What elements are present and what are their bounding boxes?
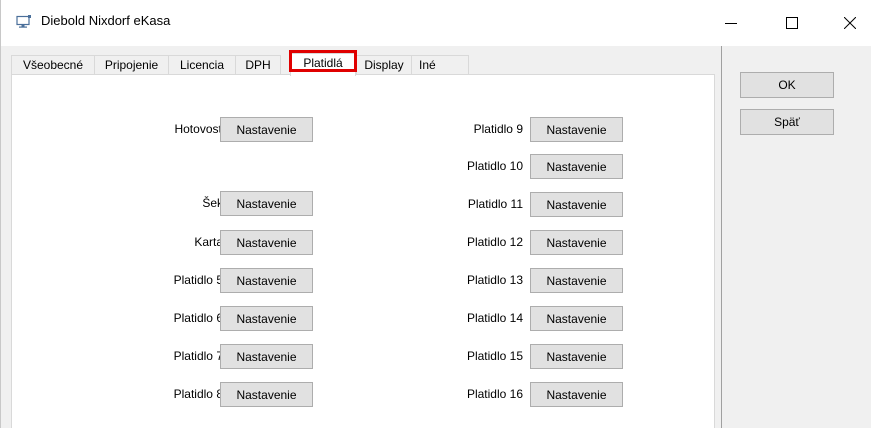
platidlo-6-settings-button[interactable]: Nastavenie [220, 306, 313, 331]
label-platidlo-10: Platidlo 10 [466, 159, 523, 173]
tab-dph[interactable]: DPH [235, 55, 281, 75]
platidlo-5-settings-button[interactable]: Nastavenie [220, 268, 313, 293]
back-button[interactable]: Späť [740, 109, 834, 135]
label-platidlo-6: Platidlo 6 [173, 311, 223, 325]
tab-platidla[interactable]: Platidlá [290, 53, 356, 76]
label-platidlo-16: Platidlo 16 [466, 387, 523, 401]
tab-ine[interactable]: Iné [411, 55, 469, 75]
platidlo-9-settings-button[interactable]: Nastavenie [530, 117, 623, 142]
label-platidlo-11: Platidlo 11 [467, 197, 523, 211]
maximize-icon [786, 17, 798, 29]
tab-vseobecne[interactable]: Všeobecné [11, 55, 95, 75]
label-platidlo-14: Platidlo 14 [466, 311, 523, 325]
platidla-panel: Hotovosť Nastavenie Šek Nastavenie Karta… [11, 74, 715, 428]
label-platidlo-9: Platidlo 9 [473, 122, 523, 136]
platidlo-11-settings-button[interactable]: Nastavenie [530, 192, 623, 217]
sek-settings-button[interactable]: Nastavenie [220, 191, 313, 216]
ok-button[interactable]: OK [740, 72, 834, 98]
tab-pripojenie[interactable]: Pripojenie [94, 55, 169, 75]
minimize-button[interactable] [708, 0, 754, 46]
client-area: Všeobecné Pripojenie Licencia DPH Platid… [1, 46, 871, 428]
tab-licencia[interactable]: Licencia [168, 55, 236, 75]
platidlo-15-settings-button[interactable]: Nastavenie [530, 344, 623, 369]
hotovost-settings-button[interactable]: Nastavenie [220, 117, 313, 142]
label-platidlo-7: Platidlo 7 [173, 349, 223, 363]
platidlo-16-settings-button[interactable]: Nastavenie [530, 382, 623, 407]
close-button[interactable] [827, 0, 871, 46]
sidebar-divider [721, 46, 722, 428]
window-title: Diebold Nixdorf eKasa [41, 13, 171, 28]
label-platidlo-13: Platidlo 13 [466, 273, 523, 287]
label-karta: Karta [194, 235, 223, 249]
platidlo-8-settings-button[interactable]: Nastavenie [220, 382, 313, 407]
label-platidlo-5: Platidlo 5 [173, 273, 223, 287]
platidlo-7-settings-button[interactable]: Nastavenie [220, 344, 313, 369]
karta-settings-button[interactable]: Nastavenie [220, 230, 313, 255]
tab-display[interactable]: Display [356, 55, 412, 75]
app-icon [16, 15, 32, 29]
minimize-icon [725, 23, 737, 24]
maximize-button[interactable] [769, 0, 815, 46]
app-window: Diebold Nixdorf eKasa Všeobecné Pripojen… [0, 0, 871, 428]
title-bar[interactable]: Diebold Nixdorf eKasa [1, 0, 871, 46]
label-hotovost: Hotovosť [174, 122, 223, 136]
platidlo-13-settings-button[interactable]: Nastavenie [530, 268, 623, 293]
platidlo-10-settings-button[interactable]: Nastavenie [530, 154, 623, 179]
label-platidlo-15: Platidlo 15 [466, 349, 523, 363]
platidlo-14-settings-button[interactable]: Nastavenie [530, 306, 623, 331]
label-platidlo-8: Platidlo 8 [173, 387, 223, 401]
label-platidlo-12: Platidlo 12 [466, 235, 523, 249]
platidlo-12-settings-button[interactable]: Nastavenie [530, 230, 623, 255]
close-icon [844, 17, 856, 29]
